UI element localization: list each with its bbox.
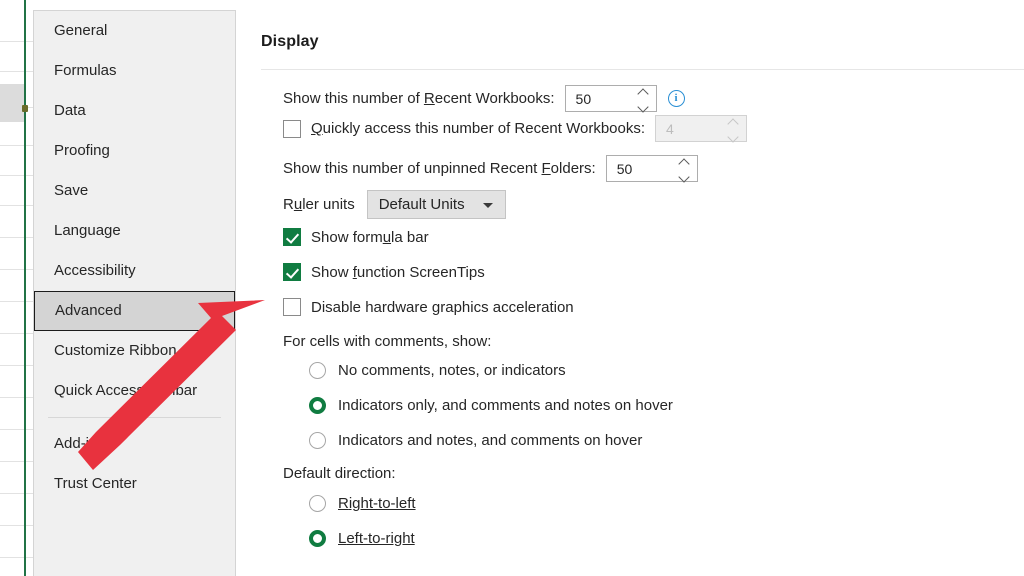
direction-radio-0[interactable]: [309, 495, 326, 512]
recent-folders-label: Show this number of unpinned Recent Fold…: [283, 160, 596, 177]
direction-label-0: Right-to-left: [338, 495, 416, 512]
spinner-up-icon[interactable]: [637, 88, 650, 96]
comments-label-1: Indicators only, and comments and notes …: [338, 397, 673, 414]
ruler-units-label: Ruler units: [283, 196, 355, 213]
sidebar-item-label: Quick Access Toolbar: [54, 382, 197, 399]
sidebar-item-label: Data: [54, 102, 86, 119]
worksheet-fill-handle[interactable]: [22, 105, 28, 112]
sidebar-item-label: Advanced: [55, 302, 122, 319]
recent-folders-value: 50: [607, 161, 633, 177]
spinner-up-icon: [727, 118, 740, 126]
options-content-pane: Display Show this number of Recent Workb…: [261, 0, 1024, 576]
sidebar-item-customize-ribbon[interactable]: Customize Ribbon: [34, 331, 235, 371]
info-icon[interactable]: i: [668, 90, 685, 107]
sidebar-item-general[interactable]: General: [34, 11, 235, 51]
show-formula-bar-label: Show formula bar: [311, 229, 429, 246]
sidebar-item-data[interactable]: Data: [34, 91, 235, 131]
sidebar-item-quick-access-toolbar[interactable]: Quick Access Toolbar: [34, 371, 235, 411]
spinner-up-icon[interactable]: [678, 158, 691, 166]
quick-access-workbooks-row: Quickly access this number of Recent Wor…: [283, 115, 747, 142]
sidebar-divider: [48, 417, 221, 418]
section-divider: [261, 69, 1024, 70]
sidebar-item-label: Language: [54, 222, 121, 239]
screenshot-root: General Formulas Data Proofing Save Language A…: [0, 0, 1024, 576]
sidebar-item-label: Add-ins: [54, 435, 105, 452]
show-screentips-checkbox[interactable]: [283, 263, 301, 281]
disable-hw-accel-row[interactable]: Disable hardware graphics acceleration: [283, 298, 574, 316]
direction-option-1[interactable]: Left-to-right: [309, 530, 415, 547]
sidebar-item-accessibility[interactable]: Accessibility: [34, 251, 235, 291]
comments-radio-1[interactable]: [309, 397, 326, 414]
sidebar-item-label: Trust Center: [54, 475, 137, 492]
spinner-down-icon[interactable]: [637, 103, 650, 111]
sidebar-item-trust-center[interactable]: Trust Center: [34, 464, 235, 504]
show-screentips-row[interactable]: Show function ScreenTips: [283, 263, 485, 281]
comments-option-0[interactable]: No comments, notes, or indicators: [309, 362, 566, 379]
recent-folders-spinner-buttons[interactable]: [678, 158, 691, 181]
comments-option-1[interactable]: Indicators only, and comments and notes …: [309, 397, 673, 414]
recent-folders-spinner[interactable]: 50: [606, 155, 698, 182]
sidebar-item-label: Accessibility: [54, 262, 136, 279]
sidebar-item-formulas[interactable]: Formulas: [34, 51, 235, 91]
options-navigation-list: General Formulas Data Proofing Save Language A…: [33, 10, 236, 576]
sidebar-item-advanced[interactable]: Advanced: [34, 291, 235, 331]
sidebar-item-label: Customize Ribbon: [54, 342, 177, 359]
comments-radio-0[interactable]: [309, 362, 326, 379]
ruler-units-value: Default Units: [368, 196, 465, 213]
sidebar-item-label: General: [54, 22, 107, 39]
sidebar-item-label: Save: [54, 182, 88, 199]
comments-radio-2[interactable]: [309, 432, 326, 449]
sidebar-item-label: Proofing: [54, 142, 110, 159]
comments-group-heading: For cells with comments, show:: [283, 333, 491, 350]
show-formula-bar-checkbox[interactable]: [283, 228, 301, 246]
worksheet-selection-border: [24, 0, 26, 576]
disable-hw-accel-label: Disable hardware graphics acceleration: [311, 299, 574, 316]
comments-label-2: Indicators and notes, and comments on ho…: [338, 432, 642, 449]
sidebar-item-label: Formulas: [54, 62, 117, 79]
ruler-units-dropdown[interactable]: Default Units: [367, 190, 506, 219]
direction-radio-1[interactable]: [309, 530, 326, 547]
spinner-down-icon[interactable]: [678, 173, 691, 181]
disable-hw-accel-checkbox[interactable]: [283, 298, 301, 316]
excel-options-dialog: General Formulas Data Proofing Save Language A…: [33, 0, 1024, 576]
quick-access-workbooks-value: 4: [656, 121, 674, 137]
sidebar-item-proofing[interactable]: Proofing: [34, 131, 235, 171]
show-formula-bar-row[interactable]: Show formula bar: [283, 228, 429, 246]
recent-workbooks-spinner[interactable]: 50: [565, 85, 657, 112]
chevron-down-icon[interactable]: [483, 203, 493, 208]
quick-access-spinner-buttons: [727, 118, 740, 141]
quick-access-workbooks-label: Quickly access this number of Recent Wor…: [311, 120, 645, 137]
section-heading-display: Display: [261, 33, 319, 51]
quick-access-workbooks-spinner: 4: [655, 115, 747, 142]
comments-label-0: No comments, notes, or indicators: [338, 362, 566, 379]
direction-label-1: Left-to-right: [338, 530, 415, 547]
recent-workbooks-label: Show this number of Recent Workbooks:: [283, 90, 555, 107]
ruler-units-row: Ruler units Default Units: [283, 190, 506, 219]
worksheet-selected-cell: [0, 84, 25, 122]
direction-group-heading: Default direction:: [283, 465, 396, 482]
show-screentips-label: Show function ScreenTips: [311, 264, 485, 281]
recent-folders-row: Show this number of unpinned Recent Fold…: [283, 155, 698, 182]
comments-option-2[interactable]: Indicators and notes, and comments on ho…: [309, 432, 642, 449]
quick-access-workbooks-checkbox[interactable]: [283, 120, 301, 138]
recent-workbooks-spinner-buttons[interactable]: [637, 88, 650, 111]
sidebar-item-save[interactable]: Save: [34, 171, 235, 211]
recent-workbooks-value: 50: [566, 91, 592, 107]
sidebar-item-language[interactable]: Language: [34, 211, 235, 251]
recent-workbooks-row: Show this number of Recent Workbooks: 50…: [283, 85, 685, 112]
spinner-down-icon: [727, 133, 740, 141]
sidebar-item-add-ins[interactable]: Add-ins: [34, 424, 235, 464]
direction-option-0[interactable]: Right-to-left: [309, 495, 416, 512]
excel-worksheet-background: [0, 0, 33, 576]
